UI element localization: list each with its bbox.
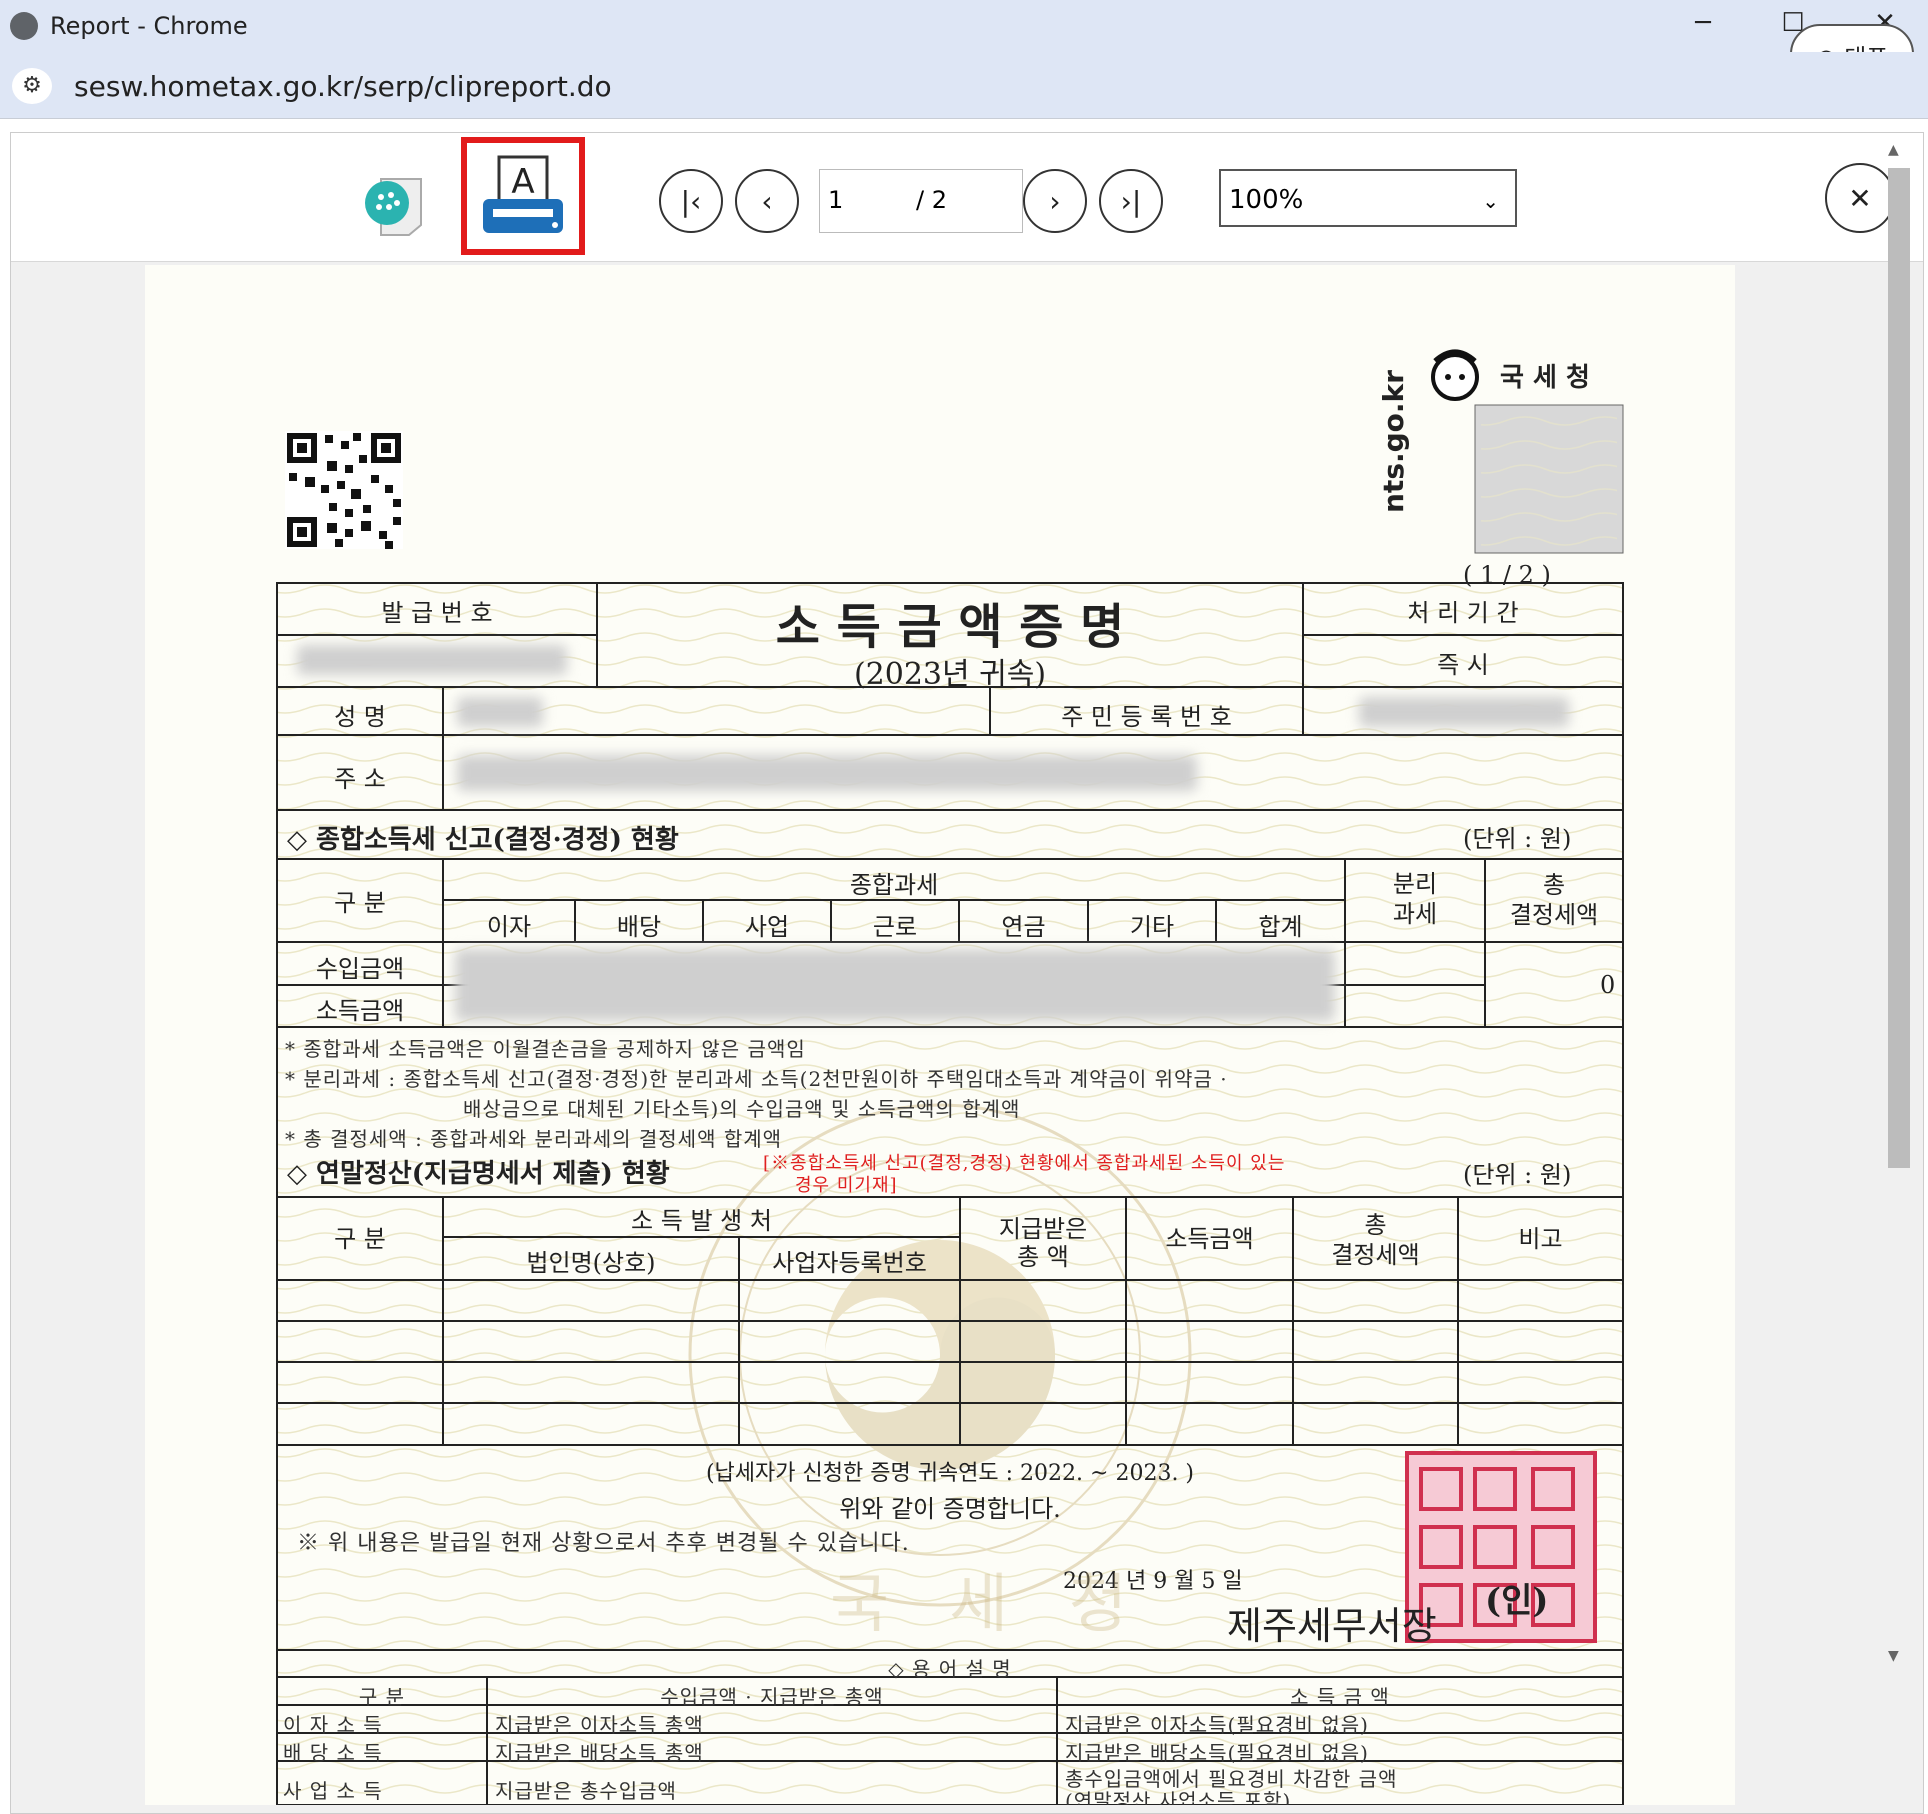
- next-page-button[interactable]: ›: [1023, 169, 1087, 233]
- s2-group-label: 소 득 발 생 처: [631, 1207, 772, 1235]
- s2-col-corp: 법인명(상호): [526, 1249, 656, 1277]
- page-current[interactable]: 1: [828, 186, 843, 214]
- cert-statement: 위와 같이 증명합니다.: [839, 1495, 1061, 1523]
- viewer-toolbar: A |‹ ‹ 1 / 2 › ›| 100% ⌄ ✕: [11, 133, 1923, 262]
- watermark-text: 국 세 청: [830, 1568, 1148, 1642]
- s1-col-business: 사업: [744, 913, 790, 941]
- rrn-redacted: [1359, 697, 1569, 727]
- s1-col-pension: 연금: [1001, 913, 1046, 941]
- page-total: / 2: [916, 186, 947, 214]
- scroll-up-icon[interactable]: ▲: [1888, 142, 1899, 158]
- section2-unit: (단위 : 원): [1463, 1161, 1572, 1189]
- glossary-title: ◇ 용 어 설 명: [888, 1657, 1012, 1681]
- glossary-row-label: 이 자 소 득: [283, 1713, 383, 1737]
- section2-red-note-2: 경우 미기재]: [795, 1175, 898, 1196]
- window-title: Report - Chrome: [50, 12, 248, 40]
- seal-mark: (인): [1485, 1581, 1549, 1621]
- s2-col-income: 소득금액: [1165, 1225, 1254, 1253]
- s2-col-paid-2: 총 액: [1017, 1243, 1069, 1271]
- s1-col-other: 기타: [1129, 913, 1175, 941]
- glossary-header-gubun: 구 분: [358, 1685, 406, 1709]
- s1-col-total-tax-2: 결정세액: [1509, 901, 1599, 929]
- last-page-button[interactable]: ›|: [1099, 169, 1163, 233]
- s1-values-redacted: [455, 949, 1335, 1021]
- document-subtitle: (2023년 귀속): [853, 657, 1047, 692]
- zoom-select[interactable]: 100% ⌄: [1219, 169, 1517, 227]
- section2-title: ◇ 연말정산(지급명세서 제출) 현황: [287, 1159, 670, 1189]
- s1-note-3: 배상금으로 대체된 기타소득)의 수입금액 및 소득금액의 합계액: [463, 1097, 1021, 1121]
- s1-col-dividend: 배당: [616, 913, 662, 941]
- zoom-value: 100%: [1229, 185, 1304, 215]
- s1-note-2: * 분리과세 : 종합소득세 신고(결정·경정)한 분리과세 소득(2천만원이하…: [285, 1067, 1228, 1091]
- address-label: 주 소: [334, 765, 386, 793]
- s1-row-income: 소득금액: [315, 997, 405, 1025]
- address-bar: ⚙ sesw.hometax.go.kr/serp/clipreport.do: [0, 52, 1928, 119]
- section1-title: ◇ 종합소득세 신고(결정·경정) 현황: [287, 825, 679, 855]
- window-titlebar: Report - Chrome ─ ☐ ✕: [0, 0, 1928, 52]
- glossary-row-label: 배 당 소 득: [283, 1741, 383, 1765]
- glossary-row-income: 지급받은 배당소득(필요경비 없음): [1065, 1741, 1369, 1765]
- s1-note-1: * 종합과세 소득금액은 이월결손금을 공제하지 않은 금액임: [285, 1037, 806, 1061]
- scroll-thumb[interactable]: [1888, 168, 1910, 1168]
- cert-caution: ※ 위 내용은 발급일 현재 상황으로서 추후 변경될 수 있습니다.: [297, 1531, 910, 1556]
- s1-col-sum: 합계: [1258, 913, 1303, 941]
- page-indicator: ( 1 / 2 ): [1463, 561, 1551, 589]
- s1-col-gubun: 구 분: [334, 889, 386, 917]
- glossary-row-label: 사 업 소 득: [283, 1779, 383, 1803]
- url-text[interactable]: sesw.hometax.go.kr/serp/clipreport.do: [74, 70, 612, 103]
- rrn-label: 주 민 등 록 번 호: [1061, 703, 1232, 731]
- chevron-down-icon: ⌄: [1482, 189, 1499, 213]
- glossary-row-revenue: 지급받은 총수입금액: [495, 1779, 677, 1803]
- name-label: 성 명: [334, 703, 386, 731]
- nts-logo: [1431, 349, 1479, 401]
- minimize-button[interactable]: ─: [1683, 8, 1723, 38]
- cert-office: 제주세무서장: [1227, 1604, 1437, 1648]
- print-button[interactable]: A: [461, 137, 585, 255]
- glossary-row-revenue: 지급받은 이자소득 총액: [495, 1713, 704, 1737]
- s1-note-4: * 총 결정세액 : 종합과세와 분리과세의 결정세액 합계액: [285, 1127, 783, 1151]
- svg-text:A: A: [511, 162, 534, 202]
- prev-page-button[interactable]: ‹: [735, 169, 799, 233]
- save-icon[interactable]: [361, 173, 431, 237]
- s1-col-separate: 분리 과세: [1392, 870, 1438, 928]
- globe-icon: [10, 12, 38, 40]
- section1-unit: (단위 : 원): [1463, 825, 1572, 853]
- printer-icon: A: [483, 155, 563, 233]
- period-value: 즉 시: [1437, 651, 1489, 679]
- cert-years: (납세자가 신청한 증명 귀속연도 : 2022. ~ 2023. ): [705, 1461, 1195, 1486]
- qr-code: [285, 431, 403, 549]
- s1-total-tax-value: 0: [1600, 971, 1616, 999]
- period-label: 처 리 기 간: [1407, 599, 1519, 627]
- document-page: 국 세 청 nts.go.kr ( 1 / 2 ) 발 급 번 호 소 득 금 …: [145, 265, 1735, 1805]
- s2-col-gubun: 구 분: [334, 1225, 386, 1253]
- nts-url: nts.go.kr: [1377, 370, 1410, 513]
- s2-col-remark: 비고: [1518, 1225, 1563, 1253]
- issue-no-redacted: [297, 645, 567, 675]
- glossary-row-income-extra: (연말정산 사업소득 포함): [1065, 1789, 1292, 1805]
- glossary-header-income: 소 득 금 액: [1290, 1685, 1390, 1709]
- address-redacted: [457, 755, 1197, 791]
- issue-no-label: 발 급 번 호: [381, 599, 493, 627]
- glossary-row-revenue: 지급받은 배당소득 총액: [495, 1741, 704, 1765]
- s1-col-labor: 근로: [872, 913, 918, 941]
- s2-col-bizno: 사업자등록번호: [772, 1249, 927, 1277]
- s1-group-label: 종합과세: [849, 871, 939, 899]
- glossary-header-revenue: 수입금액 · 지급받은 총액: [660, 1685, 884, 1709]
- nts-label: 국 세 청: [1500, 363, 1590, 393]
- glossary-row-income: 지급받은 이자소득(필요경비 없음): [1065, 1713, 1369, 1737]
- scroll-down-icon[interactable]: ▼: [1888, 1648, 1899, 1664]
- s2-col-tax-2: 결정세액: [1331, 1241, 1420, 1269]
- s1-col-interest: 이자: [486, 913, 532, 941]
- page-input[interactable]: 1 / 2: [819, 169, 1023, 233]
- tune-icon[interactable]: ⚙: [12, 68, 52, 104]
- scrollbar[interactable]: ▲ ▼: [1884, 138, 1914, 1668]
- s1-row-revenue: 수입금액: [315, 955, 405, 983]
- first-page-button[interactable]: |‹: [659, 169, 723, 233]
- document-title: 소 득 금 액 증 명: [775, 599, 1125, 655]
- name-redacted: [457, 697, 543, 727]
